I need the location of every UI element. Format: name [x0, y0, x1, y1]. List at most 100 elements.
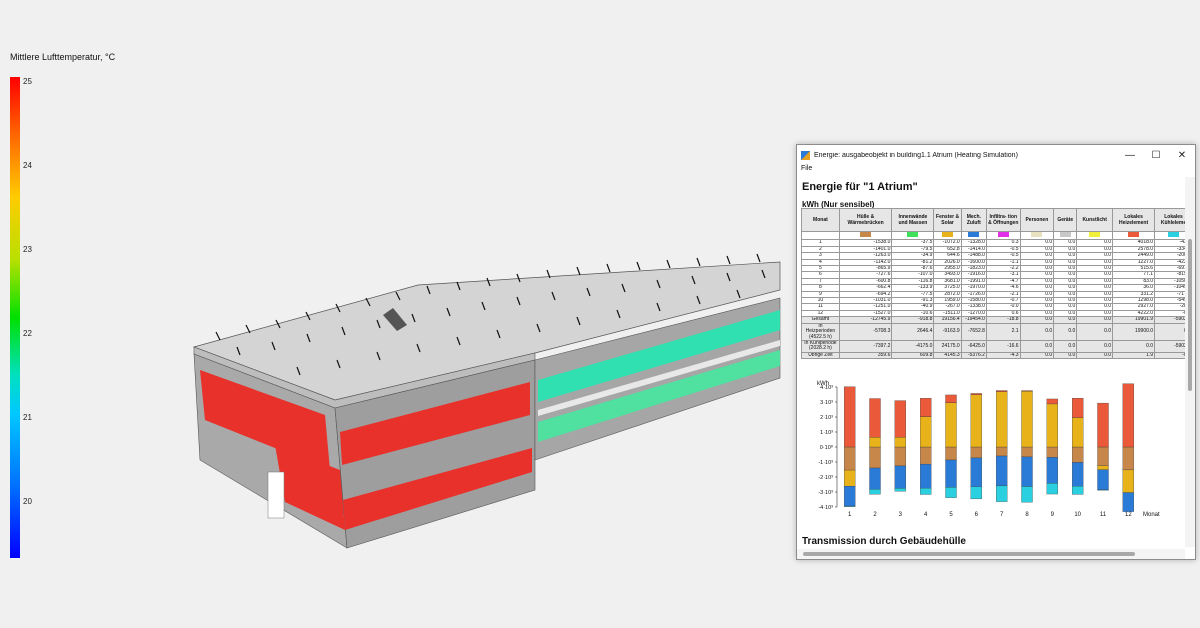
y-tick-label: -3·10³ — [818, 490, 833, 496]
window-title: Energie: ausgabeobjekt in building1.1 At… — [814, 151, 1018, 159]
vertical-scroll-thumb[interactable] — [1188, 239, 1192, 391]
bar-segment — [970, 486, 982, 500]
bar-segment — [945, 459, 957, 488]
bar-segment — [1122, 446, 1134, 471]
y-tick-label: -4·10³ — [818, 505, 833, 511]
bar-segment — [1046, 398, 1058, 405]
table-cell: -16.6 — [985, 339, 1021, 353]
swatch-cell — [985, 230, 1021, 241]
bar-segment — [1072, 462, 1084, 487]
column-header: Infiltra- tion & Öffnungen — [985, 208, 1021, 232]
y-tick-label: -1·10³ — [818, 460, 833, 466]
x-tick-label: 8 — [1025, 512, 1029, 517]
maximize-button[interactable]: ☐ — [1143, 150, 1169, 161]
column-header: Personen — [1019, 208, 1055, 232]
x-tick-label: 12 — [1125, 512, 1132, 517]
table-cell: -9163.9 — [933, 322, 962, 341]
table-cell: 0.0 — [1019, 339, 1055, 353]
bar-segment — [945, 446, 957, 461]
x-tick-label: 1 — [848, 512, 852, 517]
bar-segment — [1072, 486, 1084, 495]
table-cell: In Heizperioden (4522.5 h) — [801, 322, 840, 341]
table-cell: 359.6 — [838, 351, 893, 360]
minimize-button[interactable]: — — [1117, 150, 1143, 161]
table-cell: 0.0 — [1076, 322, 1114, 341]
building-3d-view[interactable] — [180, 210, 800, 570]
close-button[interactable]: ✕ — [1169, 150, 1195, 161]
bar-segment — [996, 390, 1008, 392]
bar-segment — [970, 446, 982, 459]
bar-segment — [1122, 492, 1134, 512]
color-swatch — [997, 232, 1009, 237]
bar-segment — [1046, 446, 1058, 458]
table-cell: 0.0 — [1076, 351, 1114, 360]
horizontal-scroll-thumb[interactable] — [803, 552, 1135, 556]
bar-segment — [1097, 489, 1109, 491]
table-cell: -0.1 — [1154, 351, 1185, 360]
swatch-cell — [1053, 230, 1078, 241]
bar-segment — [920, 446, 932, 465]
table-cell: 24175.0 — [933, 339, 962, 353]
table-cell: 2.1 — [985, 322, 1021, 341]
bar-segment — [844, 386, 856, 448]
table-cell: -7652.8 — [960, 322, 987, 341]
bar-segment — [1097, 446, 1109, 466]
table-cell: 0.0 — [1076, 339, 1114, 353]
bar-segment — [844, 446, 856, 471]
bar-segment — [920, 416, 932, 448]
energy-table: Monat Hülle & Wärmebrücken Innenwände und … — [801, 208, 1185, 360]
swatch-cell — [1112, 230, 1156, 241]
column-header: Kunstlicht — [1076, 208, 1114, 232]
bar-segment — [1097, 465, 1109, 470]
y-tick-label: 4·10³ — [820, 385, 833, 391]
bar-segment — [844, 469, 856, 487]
color-swatch — [1031, 232, 1043, 237]
horizontal-scrollbar[interactable] — [797, 549, 1185, 559]
table-cell: 0.0 — [1019, 322, 1055, 341]
column-header: Innenwände und Massen — [891, 208, 935, 232]
y-tick-label: 2·10³ — [820, 415, 833, 421]
bar-segment — [869, 467, 881, 490]
table-cell: 0.0 — [1053, 351, 1078, 360]
bar-segment — [869, 489, 881, 495]
swatch-cell — [1154, 230, 1185, 241]
color-swatch — [1168, 232, 1180, 237]
bar-segment — [1046, 403, 1058, 448]
color-swatch — [1089, 232, 1101, 237]
table-cell: 2646.4 — [891, 322, 935, 341]
x-tick-label: 9 — [1051, 512, 1055, 517]
column-header: Lokales Kühleleme — [1154, 208, 1185, 232]
swatch-cell — [891, 230, 935, 241]
table-cell: -7397.2 — [838, 339, 893, 353]
bar-segment — [894, 488, 906, 492]
vertical-scrollbar[interactable] — [1185, 177, 1195, 547]
bar-segment — [996, 455, 1008, 487]
y-tick-label: 0·10⁰ — [820, 444, 834, 451]
x-tick-label: 3 — [899, 512, 903, 517]
bar-segment — [1021, 390, 1033, 448]
table-cell: -6425.0 — [960, 339, 987, 353]
x-tick-label: 6 — [975, 512, 979, 517]
table-cell: In Kühlperiode (2028.2 h) — [801, 339, 840, 353]
bar-segment — [920, 398, 932, 417]
bar-segment — [894, 465, 906, 489]
color-swatch — [1128, 232, 1140, 237]
bar-segment — [1072, 417, 1084, 448]
bar-segment — [1122, 469, 1134, 493]
energy-bar-chart: kWh4·10³3·10³2·10³1·10³0·10⁰-1·10³-2·10³… — [817, 381, 1160, 517]
swatch-cell — [933, 230, 962, 241]
window-titlebar[interactable]: Energie: ausgabeobjekt in building1.1 At… — [797, 145, 1195, 165]
legend-tick: 22 — [23, 329, 32, 338]
bar-segment — [996, 485, 1008, 502]
color-swatch — [860, 232, 872, 237]
color-swatch — [968, 232, 980, 237]
y-tick-label: 3·10³ — [820, 400, 833, 406]
x-tick-label: 10 — [1074, 512, 1081, 517]
table-cell: -19454.0 — [960, 316, 987, 324]
bar-segment — [894, 446, 906, 467]
column-header: Geräte — [1053, 208, 1078, 232]
bar-segment — [1021, 446, 1033, 458]
legend-title: Mittlere Lufttemperatur, °C — [10, 52, 116, 62]
menu-file[interactable]: File — [797, 165, 1195, 177]
energy-report-window[interactable]: Energie: ausgabeobjekt in building1.1 At… — [796, 144, 1196, 560]
